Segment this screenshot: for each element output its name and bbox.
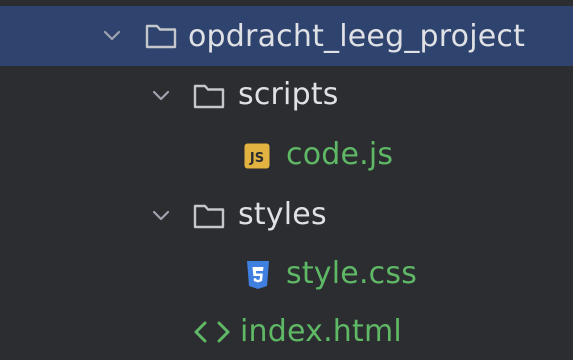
tree-item-label: opdracht_leeg_project	[188, 19, 526, 54]
js-file-icon: JS	[244, 143, 270, 171]
tree-item-style-css[interactable]: style.css	[0, 246, 573, 306]
folder-icon	[192, 202, 226, 230]
tree-item-styles[interactable]: styles	[0, 186, 573, 246]
tree-item-label: index.html	[240, 314, 402, 349]
project-tree: opdracht_leeg_project scripts JS code.js…	[0, 0, 573, 360]
chevron-down-icon[interactable]	[150, 205, 172, 227]
css-file-icon	[246, 260, 272, 289]
tree-item-index-html[interactable]: index.html	[0, 303, 573, 360]
tree-item-label: style.css	[286, 256, 418, 291]
tree-item-scripts[interactable]: scripts	[0, 66, 573, 126]
folder-icon	[144, 22, 178, 50]
js-badge-text: JS	[249, 151, 264, 166]
tree-item-label: code.js	[286, 137, 394, 172]
chevron-down-icon[interactable]	[150, 85, 172, 107]
folder-icon	[192, 82, 226, 110]
chevron-down-icon[interactable]	[101, 25, 123, 47]
tree-item-code-js[interactable]: JS code.js	[0, 126, 573, 186]
tree-item-label: scripts	[238, 77, 339, 112]
html-file-icon	[192, 319, 232, 347]
tree-item-label: styles	[238, 197, 327, 232]
tree-item-opdracht-leeg-project[interactable]: opdracht_leeg_project	[0, 6, 573, 66]
